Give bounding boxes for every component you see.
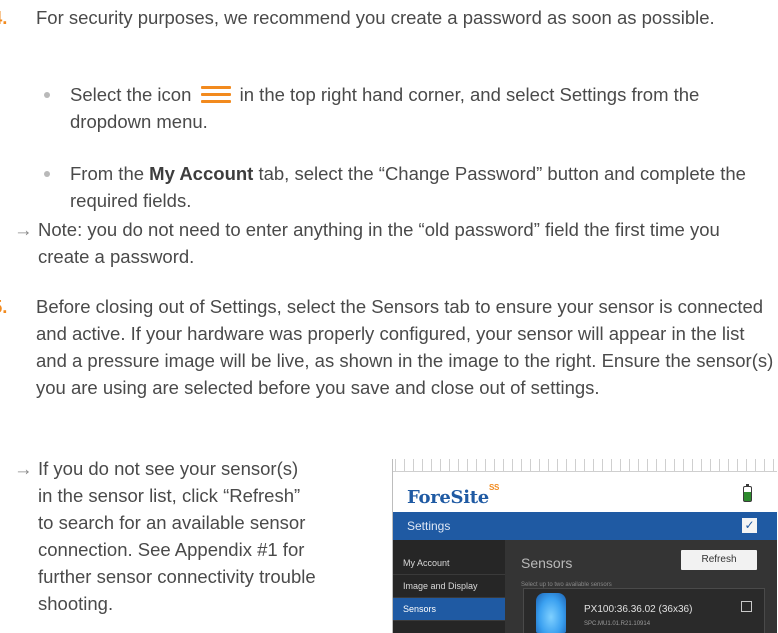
pressure-image-icon: [536, 593, 566, 633]
bullet-text-before: From the: [70, 163, 145, 184]
battery-icon: [743, 484, 752, 502]
sidebar-item-image-and-display[interactable]: Image and Display: [393, 575, 505, 598]
arrow-icon: →: [14, 219, 33, 240]
sidebar-item-sensors[interactable]: Sensors: [393, 598, 505, 621]
document-page: 4. For security purposes, we recommend yo…: [0, 0, 778, 633]
arrow-icon: →: [14, 458, 33, 479]
refresh-button[interactable]: Refresh: [681, 550, 757, 570]
app-header: ForeSiteSS: [393, 472, 777, 512]
menu-icon: [200, 84, 231, 104]
step-5: 5. Before closing out of Settings, select…: [0, 293, 774, 401]
note-line: in the sensor list, click “Refresh”: [38, 485, 301, 506]
step-4: 4. For security purposes, we recommend yo…: [0, 4, 774, 31]
bullet-text-before: Select the icon: [70, 84, 192, 105]
my-account-tab-label: My Account: [149, 163, 254, 184]
bullet-select-icon: Select the icon in the top right hand co…: [44, 81, 774, 135]
sidebar-item-my-account[interactable]: My Account: [393, 552, 505, 575]
step-number: 5.: [0, 296, 8, 317]
note-line: shooting.: [38, 593, 114, 614]
app-screenshot: ForeSiteSS Settings ✓ My Account Image a…: [392, 459, 777, 633]
note-line: further sensor connectivity trouble: [38, 566, 316, 587]
sensor-select-checkbox[interactable]: [741, 601, 752, 612]
sensor-list-item[interactable]: PX100:36.36.02 (36x36) SPC.MU1.01.R21.10…: [523, 588, 765, 633]
bullet-my-account: From the My Account tab, select the “Cha…: [44, 160, 774, 214]
note-line: to search for an available sensor: [38, 512, 306, 533]
note-line: connection. See Appendix #1 for: [38, 539, 305, 560]
bullet-dot: [44, 171, 50, 177]
settings-sidebar: My Account Image and Display Sensors: [393, 540, 505, 633]
note-line: If you do not see your sensor(s): [38, 458, 299, 479]
save-check-icon[interactable]: ✓: [742, 518, 757, 533]
note-refresh: → If you do not see your sensor(s) in th…: [14, 455, 384, 617]
step-text: For security purposes, we recommend you …: [36, 7, 715, 28]
step-number: 4.: [0, 7, 8, 28]
settings-bar: Settings ✓: [393, 512, 777, 540]
sensors-panel: Sensors Select up to two available senso…: [505, 540, 777, 633]
note-old-password: → Note: you do not need to enter anythin…: [14, 216, 774, 270]
sensor-id: SPC.MU1.01.R21.10914: [584, 621, 651, 627]
bullet-dot: [44, 92, 50, 98]
ruler: [393, 459, 777, 472]
step-text: Before closing out of Settings, select t…: [36, 296, 774, 398]
foresite-logo: ForeSiteSS: [407, 483, 500, 508]
note-text: Note: you do not need to enter anything …: [38, 219, 720, 267]
settings-title: Settings: [407, 519, 451, 533]
